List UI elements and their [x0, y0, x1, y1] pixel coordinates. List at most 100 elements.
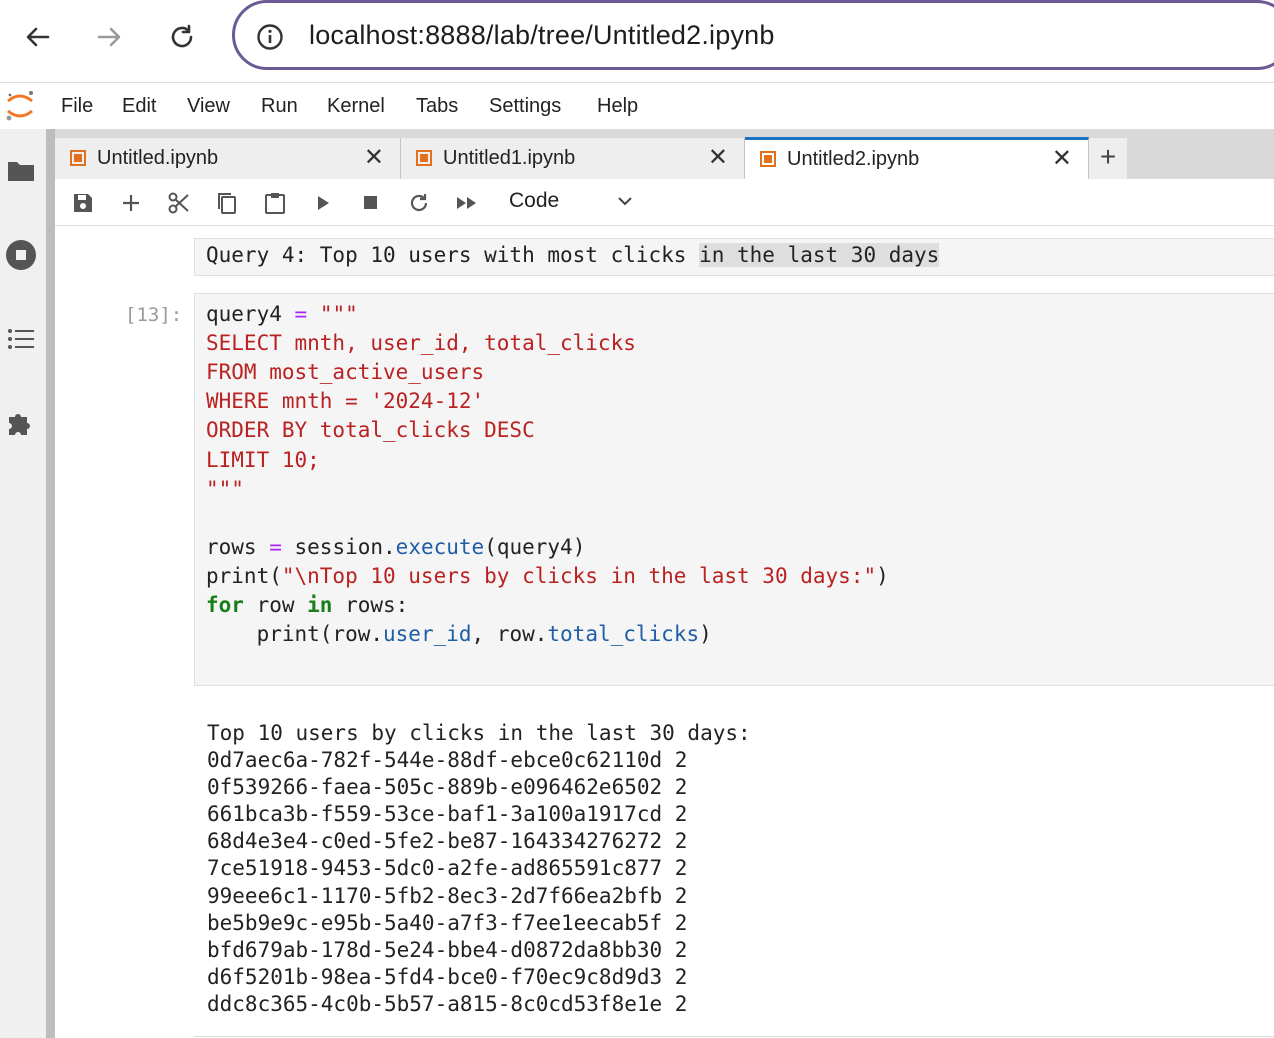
code-token: in — [307, 593, 333, 617]
stop-icon[interactable] — [357, 189, 385, 217]
code-token: SELECT mnth, user_id, total_clicks — [206, 331, 636, 356]
output-row: 7ce51918-9453-5dc0-a2fe-ad865591c877 2 — [207, 856, 688, 881]
plus-icon[interactable] — [117, 189, 145, 217]
close-icon[interactable]: ✕ — [1052, 147, 1072, 171]
code-token: row — [243, 593, 308, 617]
menu-settings[interactable]: Settings — [489, 95, 561, 118]
code-token: """ — [307, 302, 358, 326]
code-token: FROM most_active_users — [206, 360, 485, 385]
forward-arrow-icon[interactable] — [88, 16, 130, 58]
close-icon[interactable]: ✕ — [364, 146, 384, 170]
code-token: "\nTop 10 users by clicks in the last 30… — [281, 563, 877, 588]
cell-type-select[interactable]: Code — [505, 187, 685, 217]
browser-toolbar: localhost:8888/lab/tree/Untitled2.ipynb — [0, 0, 1274, 83]
tab-untitled2[interactable]: Untitled2.ipynb ✕ — [745, 137, 1089, 179]
code-token: """ — [206, 476, 244, 501]
output-row: 0d7aec6a-782f-544e-88df-ebce0c62110d 2 — [207, 748, 688, 772]
output-row: 68d4e3e4-c0ed-5fe2-be87-164334276272 2 — [207, 829, 688, 854]
back-arrow-icon[interactable] — [17, 16, 59, 58]
code-token: = — [294, 302, 308, 326]
code-token: session. — [281, 534, 396, 559]
tab-bar: Untitled.ipynb ✕ Untitled1.ipynb ✕ Untit… — [55, 129, 1274, 179]
menu-tabs[interactable]: Tabs — [416, 95, 458, 118]
jupyter-logo-icon — [4, 89, 36, 128]
folder-icon[interactable] — [5, 155, 37, 187]
output-row: 0f539266-faea-505c-889b-e096462e6502 2 — [207, 775, 688, 800]
notebook-icon — [760, 151, 776, 167]
copy-icon[interactable] — [213, 189, 241, 217]
code-token: ) — [699, 622, 712, 647]
scissors-icon[interactable] — [165, 189, 193, 217]
menu-help[interactable]: Help — [597, 95, 638, 118]
code-token: = — [269, 534, 282, 559]
code-token: print(row. — [206, 622, 384, 647]
menu-run[interactable]: Run — [261, 95, 298, 118]
markdown-text-highlight: in the last 30 days — [699, 243, 940, 267]
output-row: 661bca3b-f559-53ce-baf1-3a100a1917cd 2 — [207, 802, 688, 827]
code-token: ) — [876, 563, 889, 588]
code-line: print("\nTop 10 users by clicks in the l… — [206, 564, 889, 588]
cell-prompt: [13]: — [125, 304, 183, 326]
output-row: d6f5201b-98ea-5fd4-bce0-f70ec9c8d9d3 2 — [207, 964, 688, 989]
code-token: user_id — [383, 622, 472, 647]
code-line: LIMIT 10; — [206, 448, 320, 472]
fast-forward-icon[interactable] — [453, 189, 481, 217]
left-sidebar — [0, 129, 46, 1038]
code-token: query4 — [206, 302, 295, 326]
puzzle-icon[interactable] — [5, 407, 37, 439]
cell-type-label: Code — [509, 189, 560, 212]
code-line: query4 = """ — [206, 302, 358, 326]
code-line: print(row.user_id, row.total_clicks) — [206, 622, 712, 646]
markdown-text-main: Query 4: Top 10 users with most clicks — [206, 243, 700, 267]
tab-label: Untitled.ipynb — [97, 147, 219, 169]
code-token: , row. — [471, 622, 548, 647]
new-tab-button[interactable]: + — [1089, 138, 1127, 179]
code-token: WHERE mnth = '2024-12' — [206, 389, 485, 414]
code-line: SELECT mnth, user_id, total_clicks — [206, 331, 636, 355]
code-token: total_clicks — [547, 622, 700, 647]
code-token: rows — [206, 534, 270, 559]
output-row: 99eee6c1-1170-5fb2-8ec3-2d7f66ea2bfb 2 — [207, 883, 688, 908]
info-icon[interactable] — [255, 22, 285, 57]
code-token: print( — [206, 563, 282, 588]
sidebar-divider — [46, 129, 55, 1038]
code-token: rows: — [332, 593, 409, 617]
tab-untitled1[interactable]: Untitled1.ipynb ✕ — [401, 138, 745, 179]
markdown-cell[interactable]: Query 4: Top 10 users with most clicks i… — [194, 238, 1274, 276]
list-icon[interactable] — [5, 323, 37, 355]
menu-bar: File Edit View Run Kernel Tabs Settings … — [0, 83, 1274, 129]
code-line: FROM most_active_users — [206, 360, 484, 384]
cell-divider — [194, 1036, 1274, 1037]
code-line: ORDER BY total_clicks DESC — [206, 418, 535, 442]
url-text: localhost:8888/lab/tree/Untitled2.ipynb — [309, 20, 775, 50]
menu-view[interactable]: View — [187, 95, 230, 118]
code-cell-editor[interactable]: query4 = """ SELECT mnth, user_id, total_… — [194, 293, 1274, 686]
code-line: WHERE mnth = '2024-12' — [206, 389, 484, 413]
output-row: bfd679ab-178d-5e24-bbe4-d0872da8bb30 2 — [207, 937, 688, 962]
code-token: (query4) — [484, 534, 586, 559]
chevron-down-icon — [615, 191, 635, 216]
output-row: ddc8c365-4c0b-5b57-a815-8c0cd53f8e1e 2 — [207, 991, 688, 1016]
menu-edit[interactable]: Edit — [122, 95, 156, 118]
stop-circle-icon[interactable] — [5, 239, 37, 271]
menu-file[interactable]: File — [61, 95, 93, 118]
code-token: for — [206, 593, 244, 617]
code-line: rows = session.execute(query4) — [206, 535, 585, 559]
paste-icon[interactable] — [261, 189, 289, 217]
code-token: ORDER BY total_clicks DESC — [206, 418, 535, 443]
run-icon[interactable] — [309, 189, 337, 217]
save-icon[interactable] — [69, 189, 97, 217]
output-header: Top 10 users by clicks in the last 30 da… — [207, 721, 751, 745]
tab-untitled[interactable]: Untitled.ipynb ✕ — [55, 138, 401, 179]
code-token: LIMIT 10; — [206, 447, 320, 472]
notebook-icon — [70, 150, 86, 166]
close-icon[interactable]: ✕ — [708, 146, 728, 170]
address-bar[interactable]: localhost:8888/lab/tree/Untitled2.ipynb — [232, 0, 1274, 70]
code-line: for row in rows: — [206, 593, 408, 617]
reload-icon[interactable] — [161, 16, 203, 58]
tab-label: Untitled2.ipynb — [787, 148, 920, 170]
restart-icon[interactable] — [405, 189, 433, 217]
code-line: """ — [206, 477, 244, 501]
markdown-text: Query 4: Top 10 users with most clicks i… — [206, 243, 940, 267]
menu-kernel[interactable]: Kernel — [327, 95, 385, 118]
